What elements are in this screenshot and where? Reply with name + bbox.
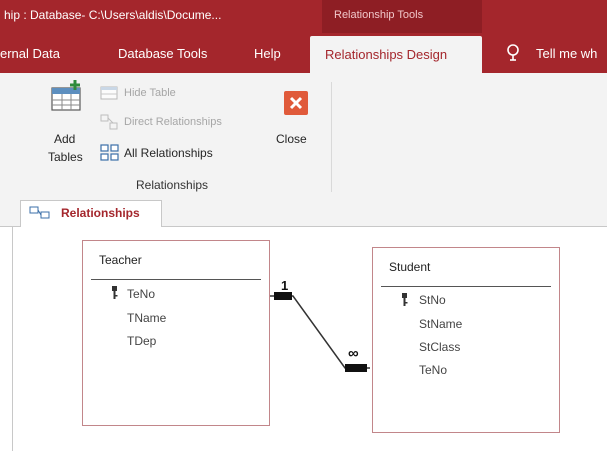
primary-key-icon — [400, 293, 410, 307]
student-field-teno[interactable]: TeNo — [419, 363, 447, 377]
teacher-table-title: Teacher — [99, 253, 142, 267]
relationship-one-marker: 1 — [281, 278, 289, 293]
student-table[interactable]: Student StNo StName StClass TeNo — [372, 247, 560, 433]
student-field-stno[interactable]: StNo — [419, 293, 446, 307]
student-field-stname[interactable]: StName — [419, 317, 462, 331]
primary-key-icon — [110, 286, 120, 300]
teacher-table-header-divider — [91, 279, 261, 280]
teacher-field-tdep[interactable]: TDep — [127, 334, 156, 348]
relationship-many-marker: ∞ — [348, 345, 359, 362]
teacher-table[interactable]: Teacher TeNo TName TDep — [82, 240, 270, 426]
student-field-stclass[interactable]: StClass — [419, 340, 460, 354]
student-table-title: Student — [389, 260, 431, 274]
student-table-header-divider — [381, 286, 551, 287]
teacher-field-teno[interactable]: TeNo — [127, 287, 155, 301]
teacher-field-tname[interactable]: TName — [127, 311, 166, 325]
